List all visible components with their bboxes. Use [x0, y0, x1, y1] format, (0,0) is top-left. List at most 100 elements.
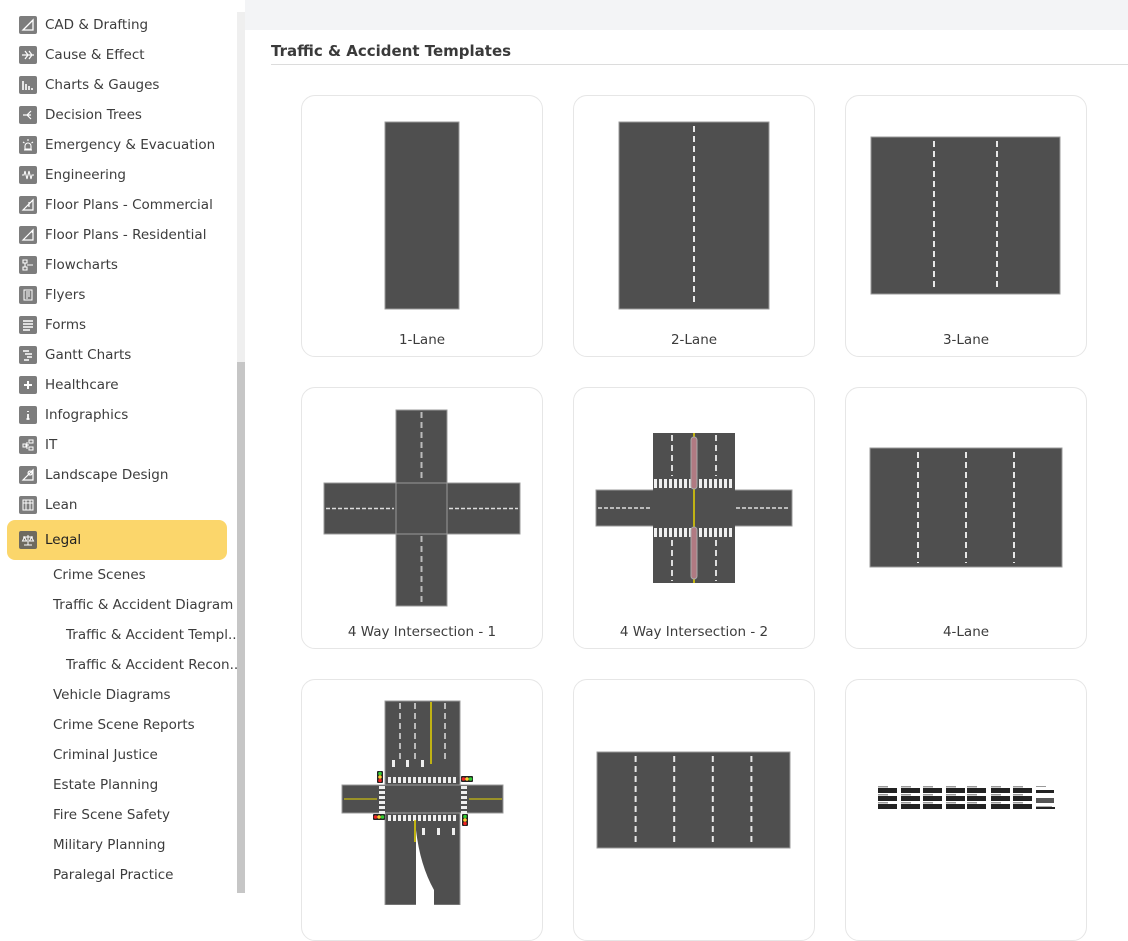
template-thumbnail [878, 786, 1056, 809]
sidebar-item-floor-plans-residential[interactable]: Floor Plans - Residential [0, 220, 237, 250]
alarm-light-icon [19, 136, 37, 154]
sidebar-subitem-criminal-justice[interactable]: Criminal Justice [53, 740, 158, 770]
flyer-icon [19, 286, 37, 304]
bar-chart-icon [19, 76, 37, 94]
sidebar-item-label: Lean [45, 497, 78, 513]
set-square-icon [19, 16, 37, 34]
template-card-5-lane[interactable] [573, 679, 815, 941]
decision-tree-icon [19, 106, 37, 124]
fishbone-icon [19, 46, 37, 64]
road-3-lane [870, 136, 1061, 295]
report-form-thumbnail [878, 786, 1056, 809]
sidebar-item-label: Emergency & Evacuation [45, 137, 216, 153]
floorplan-commercial-icon [19, 196, 37, 214]
grid-icon [19, 496, 37, 514]
signalized-intersection [341, 700, 504, 905]
traffic-light-icon [461, 776, 473, 782]
sidebar-item-cause-effect[interactable]: Cause & Effect [0, 40, 237, 70]
sidebar-subitem-estate-planning[interactable]: Estate Planning [53, 770, 158, 800]
sidebar-item-flowcharts[interactable]: Flowcharts [0, 250, 237, 280]
top-bar [245, 0, 1128, 30]
sidebar-item-lean[interactable]: Lean [0, 490, 237, 520]
template-label: 4-Lane [942, 624, 990, 640]
template-label: 4 Way Intersection - 1 [347, 624, 497, 640]
template-label: 1-Lane [398, 332, 446, 348]
template-card-2-lane[interactable]: 2-Lane [573, 95, 815, 357]
sidebar-item-infographics[interactable]: Infographics [0, 400, 237, 430]
template-card-1-lane[interactable]: 1-Lane [301, 95, 543, 357]
template-card-4way-1[interactable]: 4 Way Intersection - 1 [301, 387, 543, 649]
sidebar-item-cad-drafting[interactable]: CAD & Drafting [0, 10, 237, 40]
template-thumbnail [869, 447, 1063, 568]
network-icon [19, 436, 37, 454]
sidebar-item-healthcare[interactable]: Healthcare [0, 370, 237, 400]
form-icon [19, 316, 37, 334]
gantt-icon [19, 346, 37, 364]
sidebar-item-landscape-design[interactable]: Landscape Design [0, 460, 237, 490]
sidebar-subitem-fire-scene-safety[interactable]: Fire Scene Safety [53, 800, 170, 830]
flowchart-icon [19, 256, 37, 274]
template-thumbnail [341, 700, 504, 905]
sidebar-item-label: Floor Plans - Residential [45, 227, 207, 243]
template-card-report-form[interactable] [845, 679, 1087, 941]
sidebar-item-label: Gantt Charts [45, 347, 132, 363]
traffic-light-icon [377, 771, 383, 783]
sidebar-item-label: CAD & Drafting [45, 17, 149, 33]
sidebar-subitem-traffic-accident-recon[interactable]: Traffic & Accident Recon... [66, 650, 237, 680]
sidebar-item-label: Charts & Gauges [45, 77, 160, 93]
sidebar-item-decision-trees[interactable]: Decision Trees [0, 100, 237, 130]
template-card-4way-2[interactable]: 4 Way Intersection - 2 [573, 387, 815, 649]
sidebar: CAD & Drafting Cause & Effect Charts & Gau… [0, 0, 237, 893]
template-thumbnail [870, 136, 1061, 295]
sidebar-item-label: Infographics [45, 407, 129, 423]
section-title: Traffic & Accident Templates [271, 42, 512, 60]
floorplan-residential-icon [19, 226, 37, 244]
template-thumbnail [323, 409, 521, 607]
info-icon [19, 406, 37, 424]
template-thumbnail [596, 751, 791, 849]
sidebar-subitem-traffic-accident-templ[interactable]: Traffic & Accident Templ... [66, 620, 237, 650]
sidebar-subitem-vehicle-diagrams[interactable]: Vehicle Diagrams [53, 680, 171, 710]
sidebar-item-legal[interactable]: Legal [7, 520, 227, 560]
traffic-light-icon [462, 814, 468, 826]
sidebar-item-gantt-charts[interactable]: Gantt Charts [0, 340, 237, 370]
intersection-4way-1 [323, 409, 521, 607]
template-card-signal-intersection[interactable] [301, 679, 543, 941]
sidebar-item-flyers[interactable]: Flyers [0, 280, 237, 310]
scales-icon [19, 531, 37, 549]
section-divider [271, 64, 1128, 65]
sidebar-subitem-traffic-accident-diagram[interactable]: Traffic & Accident Diagram [53, 590, 233, 620]
sidebar-item-emergency-evacuation[interactable]: Emergency & Evacuation [0, 130, 237, 160]
sidebar-subitem-crime-scene-reports[interactable]: Crime Scene Reports [53, 710, 195, 740]
sidebar-item-engineering[interactable]: Engineering [0, 160, 237, 190]
intersection-4way-2 [595, 433, 793, 583]
sidebar-item-label: Flyers [45, 287, 86, 303]
sidebar-item-it[interactable]: IT [0, 430, 237, 460]
traffic-light-icon [373, 814, 385, 820]
sidebar-item-label: Healthcare [45, 377, 119, 393]
template-thumbnail [618, 121, 770, 310]
sidebar-item-forms[interactable]: Forms [0, 310, 237, 340]
template-thumbnail [595, 433, 793, 583]
template-card-3-lane[interactable]: 3-Lane [845, 95, 1087, 357]
sidebar-item-label: Engineering [45, 167, 126, 183]
sidebar-item-label: Cause & Effect [45, 47, 145, 63]
sidebar-item-label: Legal [45, 532, 82, 548]
template-label: 4 Way Intersection - 2 [619, 624, 769, 640]
template-card-4-lane[interactable]: 4-Lane [845, 387, 1087, 649]
sidebar-item-label: Decision Trees [45, 107, 142, 123]
sidebar-item-label: Floor Plans - Commercial [45, 197, 213, 213]
sidebar-scrollbar-thumb[interactable] [237, 362, 245, 893]
sidebar-item-label: IT [45, 437, 58, 453]
sidebar-subitem-military-planning[interactable]: Military Planning [53, 830, 165, 860]
waveform-icon [19, 166, 37, 184]
template-thumbnail [384, 121, 460, 310]
sidebar-subitem-crime-scenes[interactable]: Crime Scenes [53, 560, 146, 590]
medical-cross-icon [19, 376, 37, 394]
landscape-icon [19, 466, 37, 484]
road-1-lane [384, 121, 460, 310]
sidebar-item-charts-gauges[interactable]: Charts & Gauges [0, 70, 237, 100]
sidebar-item-floor-plans-commercial[interactable]: Floor Plans - Commercial [0, 190, 237, 220]
sidebar-subitem-paralegal-practice[interactable]: Paralegal Practice [53, 860, 174, 890]
template-label: 2-Lane [670, 332, 718, 348]
